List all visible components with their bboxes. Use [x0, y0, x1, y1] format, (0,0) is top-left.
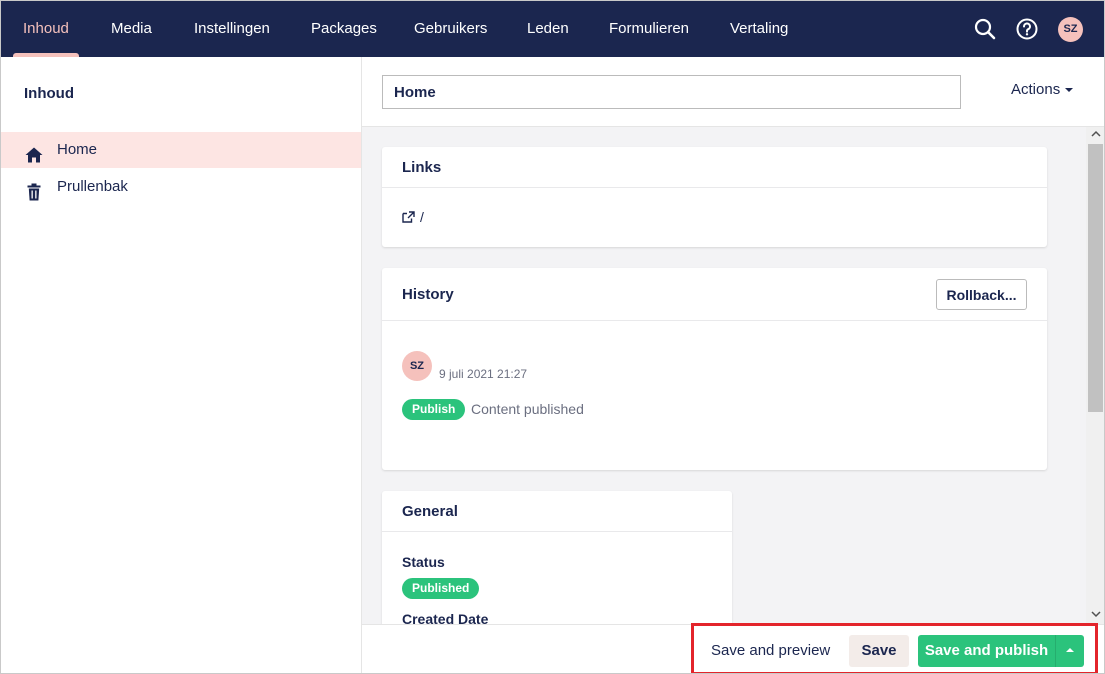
content-scrollbar[interactable]	[1086, 127, 1104, 624]
sidebar-title: Inhoud	[24, 85, 74, 102]
history-user-avatar: SZ	[402, 351, 432, 381]
user-avatar[interactable]: SZ	[1058, 17, 1083, 42]
save-button[interactable]: Save	[849, 635, 909, 667]
tree-item-label: Prullenbak	[57, 178, 128, 195]
nav-item-formulieren[interactable]: Formulieren	[609, 1, 689, 57]
general-box: General Status Published Created Date	[382, 491, 732, 624]
history-description: Content published	[471, 401, 584, 417]
home-icon	[25, 142, 43, 163]
status-badge: Published	[402, 578, 480, 599]
nav-item-inhoud[interactable]: Inhoud	[13, 1, 79, 57]
editor-header: Actions	[362, 57, 1104, 127]
actions-label: Actions	[1011, 81, 1061, 98]
rollback-button[interactable]: Rollback...	[936, 279, 1027, 310]
history-box: History Rollback... SZ 9 juli 2021 21:27…	[382, 268, 1047, 470]
links-box-header: Links	[382, 147, 1047, 188]
scroll-down-icon[interactable]	[1091, 610, 1101, 620]
content-link[interactable]: /	[402, 209, 424, 225]
tree-item-label: Home	[57, 141, 98, 158]
nav-item-label: Inhoud	[23, 20, 69, 37]
created-date-label: Created Date	[402, 611, 489, 624]
actions-menu-button[interactable]: Actions	[1011, 81, 1074, 98]
editor-footer: Save and preview Save Save and publish	[362, 623, 1104, 673]
history-action-badge: Publish	[402, 399, 466, 420]
general-title: General	[402, 503, 458, 520]
content-name-input[interactable]	[382, 75, 961, 109]
content-tree-sidebar: Inhoud Home Prullenbak	[1, 57, 362, 673]
nav-item-vertaling[interactable]: Vertaling	[730, 1, 788, 57]
external-link-icon	[402, 211, 415, 223]
link-url: /	[420, 209, 424, 225]
top-navigation: Inhoud Media Instellingen Packages Gebru…	[1, 1, 1104, 57]
status-label: Status	[402, 554, 445, 570]
tree-item-home[interactable]: Home	[1, 132, 361, 168]
publish-options-button[interactable]	[1055, 635, 1084, 667]
history-box-header: History Rollback...	[382, 268, 1047, 321]
save-and-publish-button[interactable]: Save and publish	[918, 635, 1055, 667]
app-window: Inhoud Media Instellingen Packages Gebru…	[0, 0, 1105, 674]
scroll-thumb[interactable]	[1088, 144, 1103, 412]
save-and-preview-button[interactable]: Save and preview	[711, 636, 830, 666]
history-title: History	[402, 286, 454, 303]
scroll-up-icon[interactable]	[1091, 130, 1101, 140]
caret-up-icon	[1066, 648, 1074, 652]
caret-down-icon	[1065, 88, 1074, 93]
links-title: Links	[402, 159, 442, 176]
search-icon[interactable]	[973, 17, 997, 41]
nav-item-gebruikers[interactable]: Gebruikers	[414, 1, 487, 57]
history-date: 9 juli 2021 21:27	[439, 367, 528, 381]
editor-content: Links / History Rollback... SZ 9 juli 20…	[362, 127, 1104, 624]
tree-item-prullenbak[interactable]: Prullenbak	[1, 169, 361, 205]
links-box: Links /	[382, 147, 1047, 247]
nav-item-instellingen[interactable]: Instellingen	[194, 1, 270, 57]
help-icon[interactable]	[1015, 17, 1039, 41]
trash-icon	[25, 179, 43, 201]
nav-item-leden[interactable]: Leden	[527, 1, 569, 57]
nav-item-packages[interactable]: Packages	[311, 1, 377, 57]
nav-item-media[interactable]: Media	[111, 1, 152, 57]
general-box-header: General	[382, 491, 732, 532]
